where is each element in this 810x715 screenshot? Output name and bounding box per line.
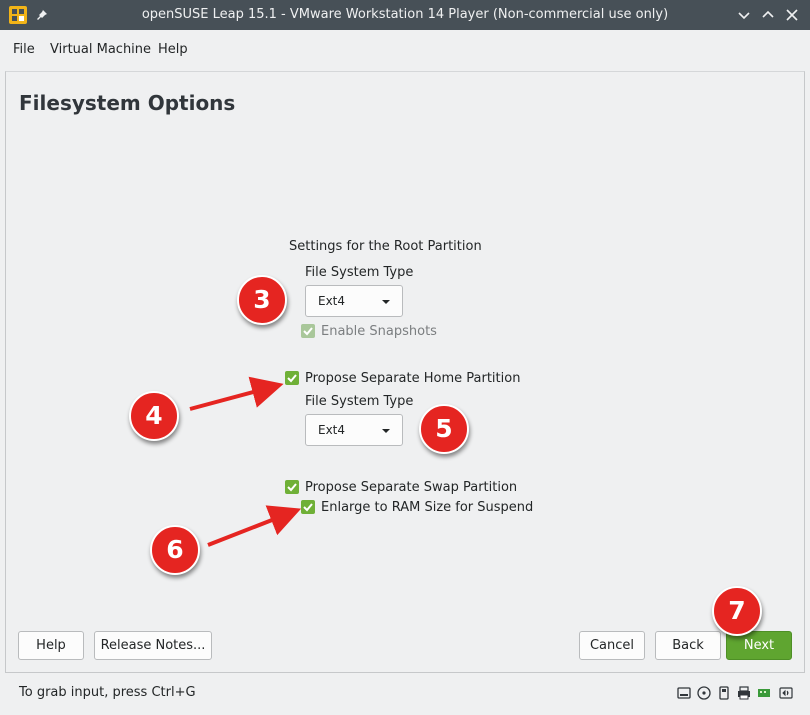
annotation-step-7: 7	[712, 586, 762, 636]
sound-icon[interactable]	[779, 686, 793, 700]
help-button[interactable]: Help	[18, 631, 84, 660]
usb-icon[interactable]	[717, 686, 731, 700]
annotation-step-5: 5	[419, 404, 469, 454]
annotation-step-3: 3	[237, 275, 287, 325]
status-bar: To grab input, press Ctrl+G	[0, 674, 810, 715]
release-notes-button[interactable]: Release Notes...	[94, 631, 212, 660]
annotation-step-4: 4	[129, 391, 179, 441]
back-button[interactable]: Back	[655, 631, 721, 660]
cancel-button[interactable]: Cancel	[579, 631, 645, 660]
arrow-to-enlarge-checkbox	[207, 505, 302, 547]
hard-disk-icon[interactable]	[677, 686, 691, 700]
annotation-arrows	[189, 376, 302, 547]
cd-dvd-icon[interactable]	[697, 686, 711, 700]
grab-input-hint: To grab input, press Ctrl+G	[19, 685, 196, 700]
network-adapter-icon[interactable]	[757, 686, 771, 700]
annotation-step-6: 6	[150, 525, 200, 575]
printer-icon[interactable]	[737, 686, 751, 700]
arrow-to-home-checkbox	[189, 376, 284, 411]
